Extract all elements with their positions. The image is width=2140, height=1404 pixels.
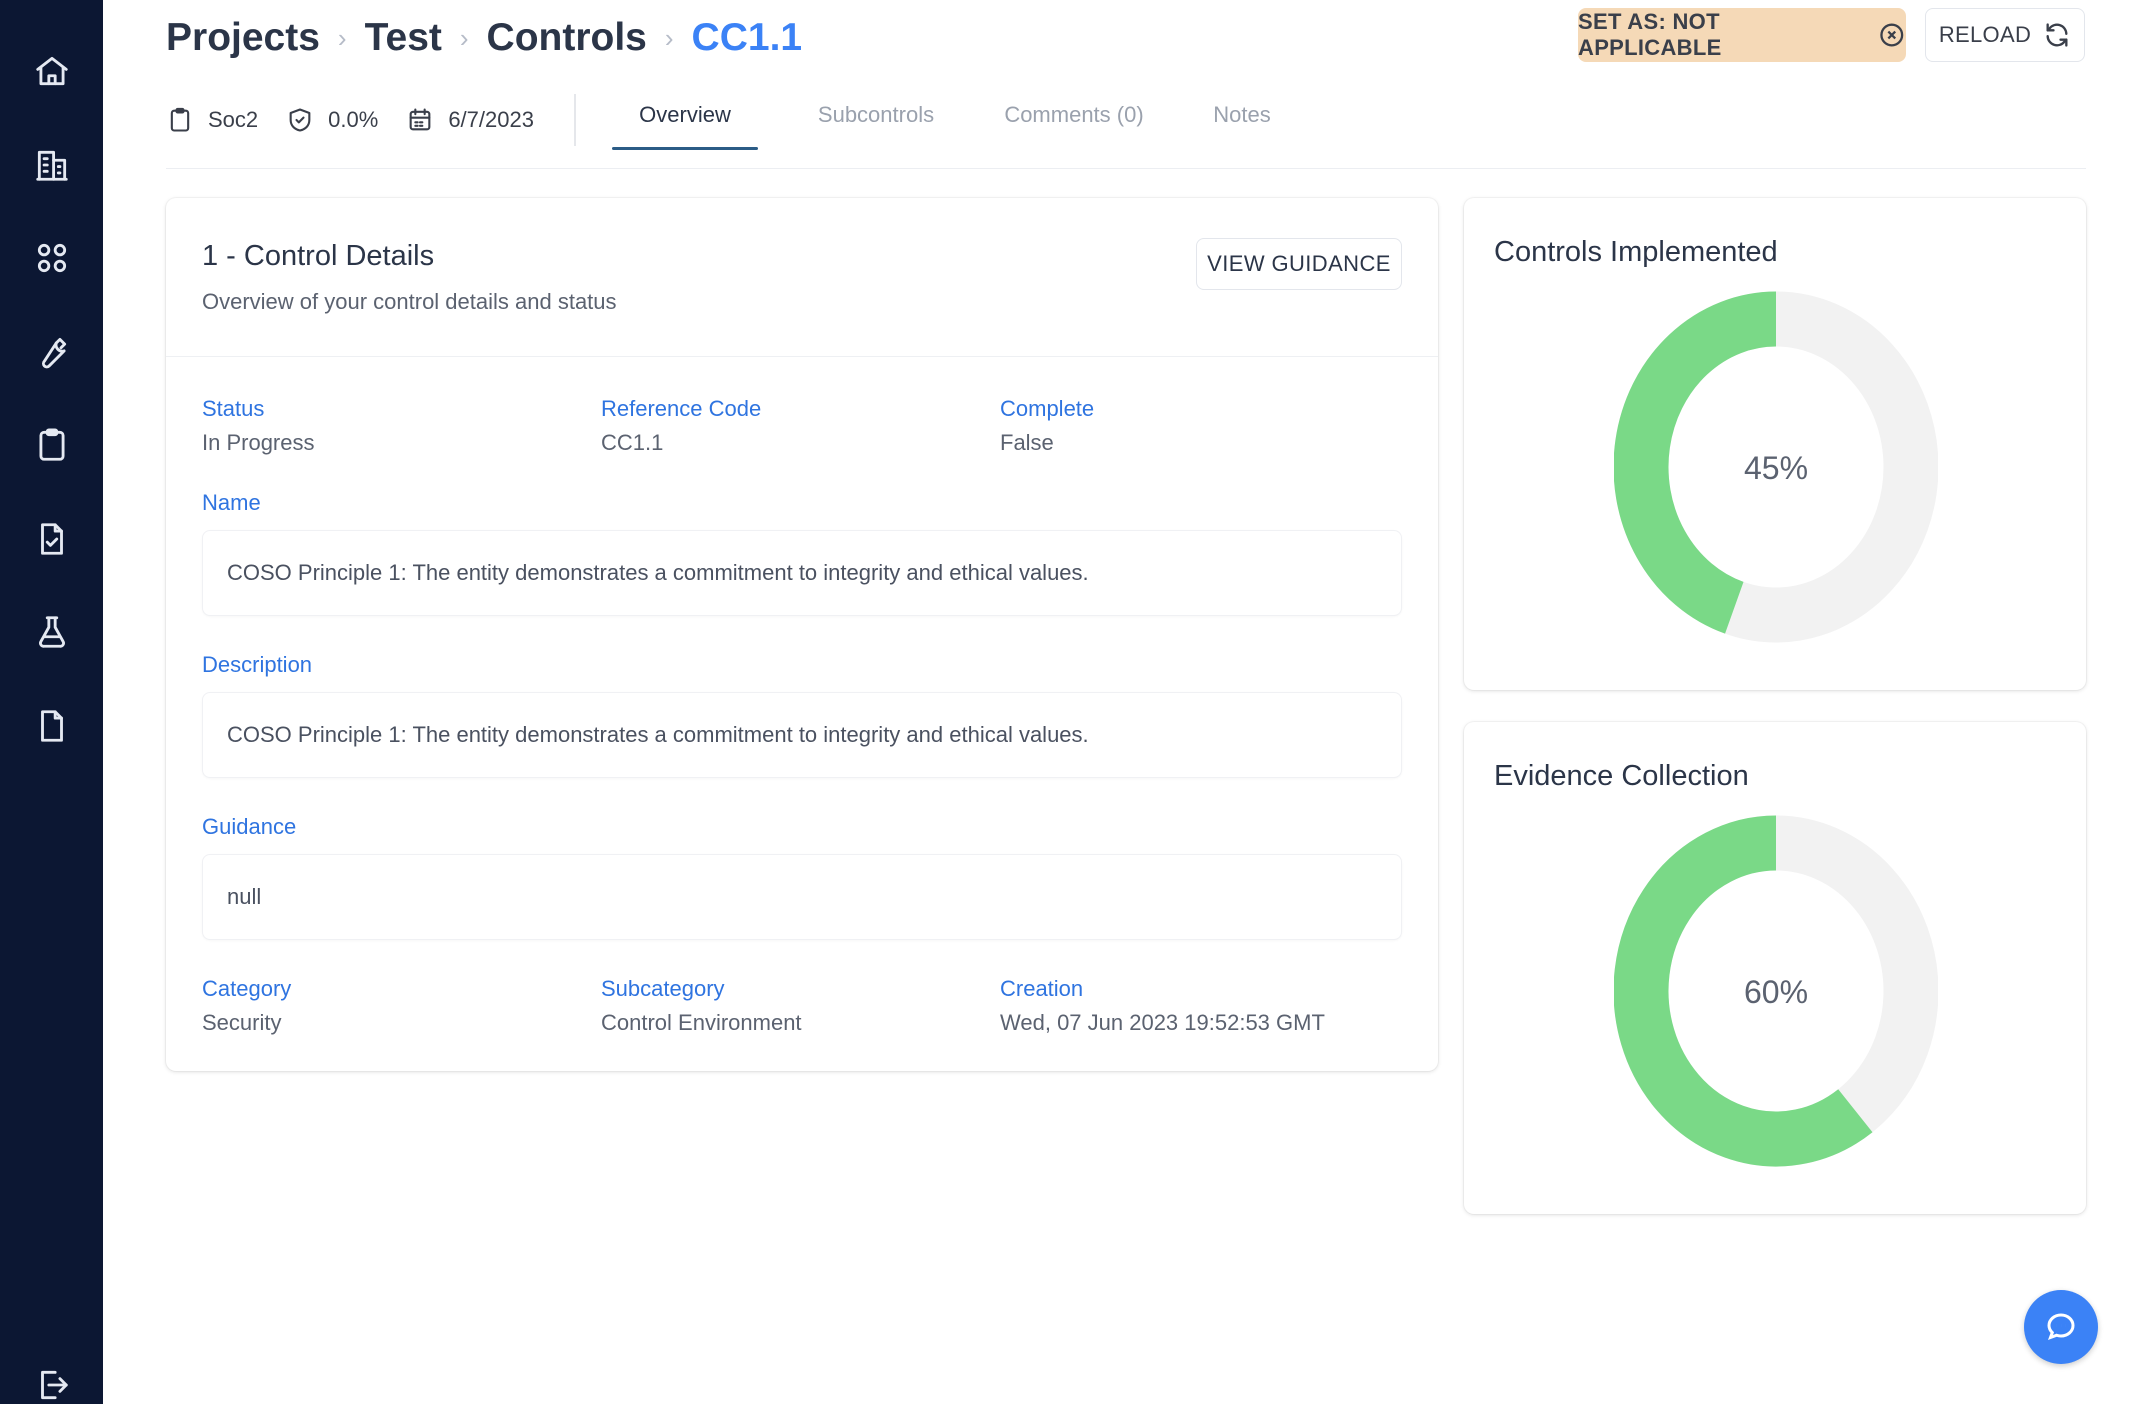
home-icon [35,56,68,86]
date-value: 6/7/2023 [448,107,534,132]
reference-code-value: CC1.1 [601,430,664,455]
guidance-field: null [202,854,1402,940]
breadcrumb-separator: › [459,22,469,53]
breadcrumb-separator: › [664,22,674,53]
reference-code-label: Reference Code [601,396,762,421]
wrench-icon [41,337,66,369]
card-divider [166,356,1438,357]
calendar-icon [409,108,431,131]
sidebar-item-documents[interactable] [0,691,103,761]
breadcrumb-controls[interactable]: Controls [487,16,647,60]
sidebar-item-audits[interactable] [0,504,103,574]
creation-label: Creation [1000,976,1084,1001]
evidence-collection-donut: 60% [1614,815,1938,1167]
flask-icon [38,616,65,648]
name-label: Name [202,490,261,515]
sidebar-item-logout[interactable] [0,1366,103,1404]
card-subtitle: Overview of your control details and sta… [202,289,617,314]
complete-value: False [1000,430,1054,455]
sidebar-item-home[interactable] [0,36,103,106]
header-divider [166,168,2086,169]
file-icon [40,710,63,742]
breadcrumb: Projects › Test › Controls › CC1.1 [166,10,802,66]
framework-meta: Soc2 [166,106,258,134]
sidebar-item-tests[interactable] [0,597,103,667]
breadcrumb-separator: › [337,22,347,53]
tab-comments[interactable]: Comments (0) [996,102,1152,150]
clipboard-icon [170,107,190,132]
percent-meta: 0.0% [286,106,378,134]
date-meta: 6/7/2023 [406,106,534,134]
category-value: Security [202,1010,282,1035]
clipboard-icon [38,428,65,461]
percent-value: 0.0% [328,107,379,132]
set-not-applicable-button[interactable]: SET AS: NOT APPLICABLE [1578,8,1906,62]
shield-check-icon [289,108,311,132]
subcategory-label: Subcategory [601,976,725,1001]
chat-icon [2047,1313,2075,1341]
status-label: Status [202,396,265,421]
sidebar-item-organizations[interactable] [0,130,103,200]
sidebar [0,0,103,1404]
set-not-applicable-label: SET AS: NOT APPLICABLE [1578,9,1722,60]
description-label: Description [202,652,313,677]
donut-center-label: 60% [1744,974,1808,1010]
breadcrumb-test[interactable]: Test [365,16,442,60]
tab-notes[interactable]: Notes [1196,102,1288,150]
controls-implemented-donut: 45% [1614,291,1938,643]
controls-implemented-card: Controls Implemented 45% [1464,198,2086,690]
chat-button[interactable] [2024,1290,2098,1364]
framework-value: Soc2 [208,107,259,132]
view-guidance-button[interactable]: VIEW GUIDANCE [1196,238,1402,290]
sidebar-item-apps[interactable] [0,223,103,293]
building-icon [35,150,68,181]
card-title: 1 - Control Details [202,240,435,272]
description-field: COSO Principle 1: The entity demonstrate… [202,692,1402,778]
tab-bar: Overview Subcontrols Comments (0) Notes [612,102,1288,150]
complete-label: Complete [1000,396,1095,421]
evidence-collection-title: Evidence Collection [1494,760,1749,792]
creation-value: Wed, 07 Jun 2023 19:52:53 GMT [1000,1010,1325,1035]
subcategory-value: Control Environment [601,1010,802,1035]
reload-button[interactable]: RELOAD [1925,8,2085,62]
status-value: In Progress [202,430,315,455]
name-field: COSO Principle 1: The entity demonstrate… [202,530,1402,616]
tab-subcontrols[interactable]: Subcontrols [800,102,952,150]
reload-label: RELOAD [1938,22,2032,47]
category-label: Category [202,976,292,1001]
refresh-icon [2046,23,2068,47]
sidebar-item-tools[interactable] [0,317,103,387]
meta-divider [574,94,576,146]
evidence-collection-card: Evidence Collection 60% [1464,722,2086,1214]
control-details-card: 1 - Control Details Overview of your con… [166,198,1438,1071]
sidebar-item-tasks[interactable] [0,410,103,480]
guidance-label: Guidance [202,814,297,839]
tab-overview[interactable]: Overview [612,102,758,150]
control-meta: Soc2 0.0% 6/7/2023 [166,100,562,140]
breadcrumb-projects[interactable]: Projects [166,16,320,60]
apps-grid-icon [37,243,66,273]
logout-icon [40,1370,68,1400]
controls-implemented-title: Controls Implemented [1494,236,1778,268]
close-circle-icon [1880,23,1904,47]
donut-center-label: 45% [1744,450,1808,486]
document-check-icon [40,523,63,555]
breadcrumb-current: CC1.1 [691,16,803,59]
